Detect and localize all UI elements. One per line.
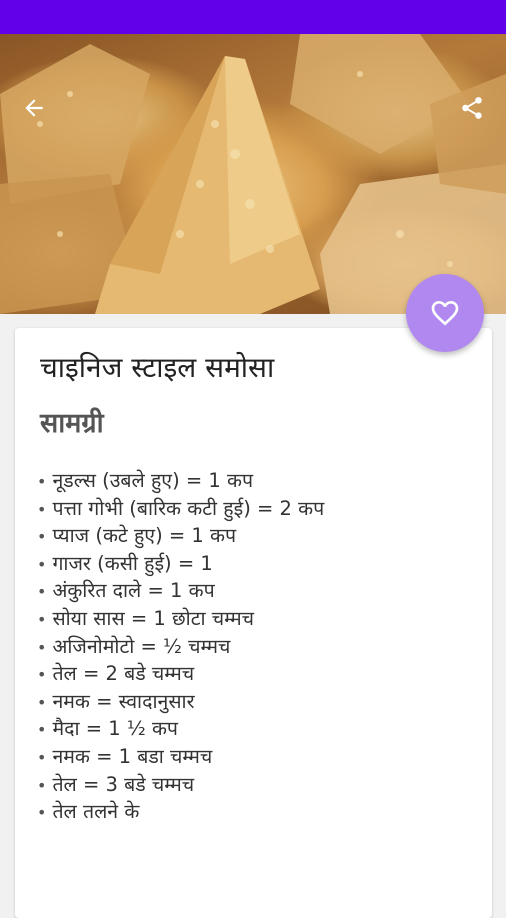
ingredient-text: सोया सास = 1 छोटा चम्मच (52, 606, 255, 630)
ingredient-text: अंकुरित दाले = 1 कप (52, 579, 215, 603)
ingredient-item: • नूडल्स (उबले हुए) = 1 कप (37, 468, 324, 496)
bullet: • (37, 803, 47, 823)
ingredient-item: • पत्ता गोभी (बारिक कटी हुई) = 2 कप (37, 496, 324, 524)
ingredient-text: पत्ता गोभी (बारिक कटी हुई) = 2 कप (52, 496, 325, 520)
ingredient-text: मैदा = 1 ½ कप (52, 717, 178, 741)
ingredient-text: तेल तलने के (52, 800, 140, 824)
recipe-hero-image (0, 34, 506, 314)
bullet: • (37, 527, 47, 547)
samosa-photo (0, 34, 506, 314)
bullet: • (37, 637, 47, 657)
favorite-button[interactable] (406, 274, 484, 352)
ingredient-item: • प्याज (कटे हुए) = 1 कप (37, 523, 324, 551)
status-bar (0, 0, 506, 34)
ingredient-text: नूडल्स (उबले हुए) = 1 कप (52, 469, 254, 492)
ingredient-item: • अजिनोमोटो = ½ चम्मच (37, 634, 324, 662)
share-button[interactable] (450, 86, 494, 130)
bullet: • (37, 609, 47, 629)
ingredient-item: • अंकुरित दाले = 1 कप (37, 578, 324, 606)
bullet: • (37, 692, 47, 712)
bullet: • (37, 582, 47, 602)
ingredients-heading: सामग्री (40, 408, 104, 439)
ingredient-text: प्याज (कटे हुए) = 1 कप (52, 524, 237, 548)
recipe-card: चाइनिज स्टाइल समोसा सामग्री • नूडल्स (उबल… (15, 328, 492, 918)
bullet: • (37, 499, 47, 519)
ingredient-text: अजिनोमोटो = ½ चम्मच (52, 634, 231, 658)
arrow-left-icon (25, 99, 43, 117)
bullet: • (37, 720, 47, 740)
ingredient-text: गाजर (कसी हुई) = 1 (52, 551, 213, 575)
ingredient-text: तेल = 3 बडे चम्मच (52, 772, 195, 796)
ingredient-text: तेल = 2 बडे चम्मच (52, 662, 195, 686)
ingredient-item: • गाजर (कसी हुई) = 1 (37, 551, 324, 579)
bullet: • (37, 472, 47, 491)
heart-outline-icon (431, 301, 459, 326)
ingredient-item: • नमक = स्वादानुसार (37, 689, 324, 717)
recipe-title: चाइनिज स्टाइल समोसा (40, 351, 275, 384)
ingredient-text: नमक = 1 बडा चम्मच (52, 744, 213, 768)
ingredient-item: • मैदा = 1 ½ कप (37, 716, 324, 744)
share-icon (462, 97, 482, 119)
ingredient-item: • सोया सास = 1 छोटा चम्मच (37, 606, 324, 634)
bullet: • (37, 775, 47, 795)
bullet: • (37, 747, 47, 767)
ingredient-item: • नमक = 1 बडा चम्मच (37, 744, 324, 772)
ingredient-item: • तेल = 3 बडे चम्मच (37, 772, 324, 800)
back-button[interactable] (12, 86, 56, 130)
bullet: • (37, 665, 47, 685)
ingredient-item: • तेल = 2 बडे चम्मच (37, 661, 324, 689)
ingredient-text: नमक = स्वादानुसार (52, 689, 195, 713)
ingredients-list: • नूडल्स (उबले हुए) = 1 कप • पत्ता गोभी (ब… (37, 468, 324, 827)
ingredient-item: • तेल तलने के (37, 799, 324, 827)
bullet: • (37, 554, 47, 574)
